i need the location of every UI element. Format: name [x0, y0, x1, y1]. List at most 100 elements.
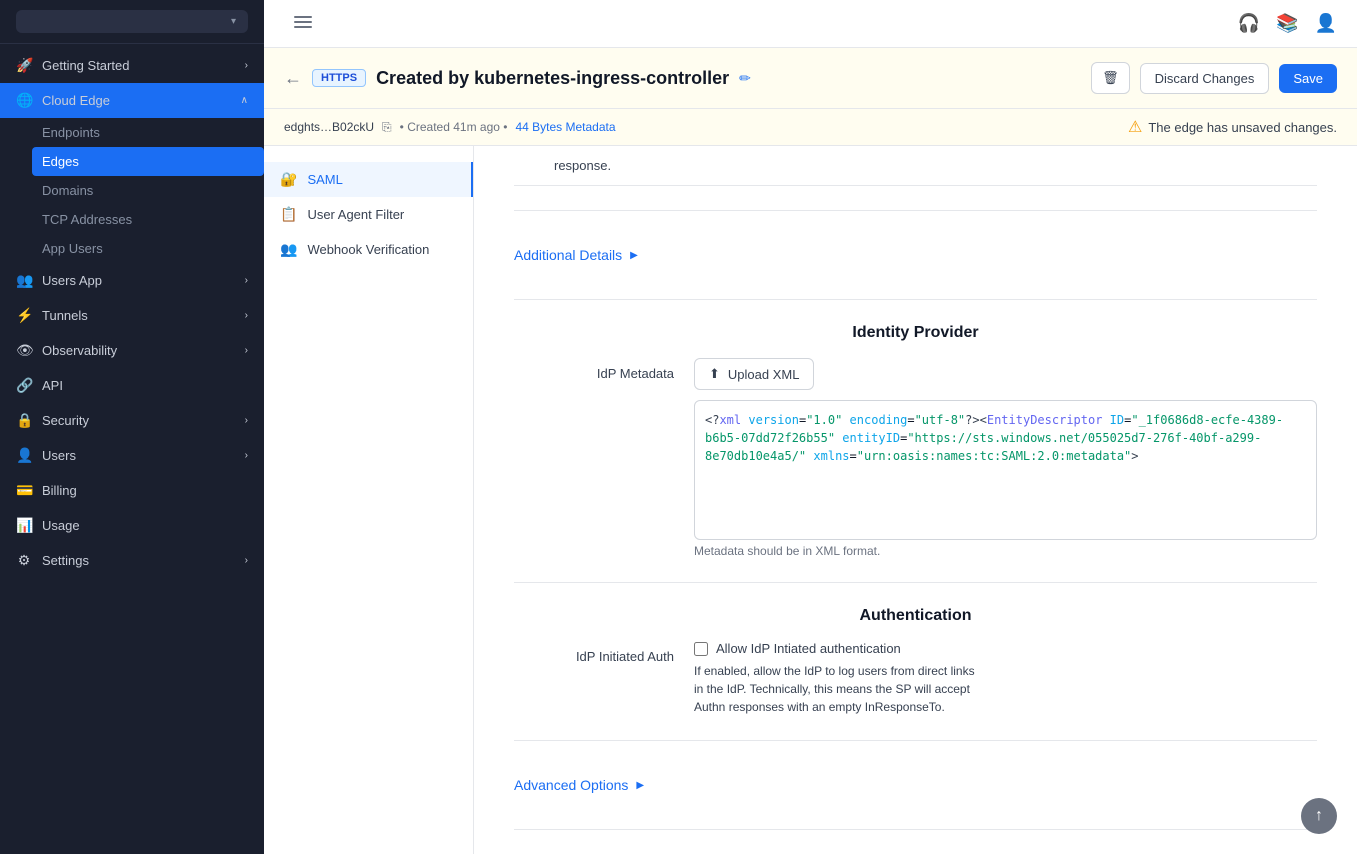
- sidebar-item-tunnels[interactable]: ⚡ Tunnels ›: [0, 298, 264, 333]
- user-agent-icon: 📋: [280, 206, 297, 223]
- sidebar-item-users[interactable]: 👤 Users ›: [0, 438, 264, 473]
- sidebar-item-label: Getting Started: [42, 58, 129, 73]
- sidebar-item-label: Settings: [42, 553, 89, 568]
- content-area: 🔐 SAML 📋 User Agent Filter 👥 Webhook Ver…: [264, 146, 1357, 854]
- saml-icon: 🔐: [280, 171, 297, 188]
- sidebar-item-app-users[interactable]: App Users: [42, 234, 264, 263]
- sidebar-item-observability[interactable]: 👁 Observability ›: [0, 333, 264, 368]
- divider: [514, 829, 1317, 830]
- chevron-icon: ›: [245, 345, 248, 356]
- upload-xml-label: Upload XML: [728, 367, 800, 382]
- allow-idp-row: Allow IdP Intiated authentication: [694, 641, 1317, 656]
- sidebar-item-security[interactable]: 🔒 Security ›: [0, 403, 264, 438]
- users-app-icon: 👥: [16, 272, 32, 289]
- idp-initiated-auth-row: IdP Initiated Auth Allow IdP Intiated au…: [514, 641, 1317, 716]
- nav-item-user-agent-filter[interactable]: 📋 User Agent Filter: [264, 197, 473, 232]
- sidebar-item-tcp-addresses[interactable]: TCP Addresses: [42, 205, 264, 234]
- sidebar-item-edges[interactable]: Edges: [32, 147, 264, 176]
- usage-icon: 📊: [16, 517, 32, 534]
- xml-editor: <?xml version="1.0" encoding="utf-8"?><E…: [694, 400, 1317, 540]
- back-button[interactable]: ←: [284, 68, 302, 89]
- sidebar-item-usage[interactable]: 📊 Usage: [0, 508, 264, 543]
- cloud-edge-icon: 🌐: [16, 92, 32, 109]
- discard-button[interactable]: Discard Changes: [1140, 63, 1270, 94]
- sidebar-item-getting-started[interactable]: 🚀 Getting Started ›: [0, 48, 264, 83]
- menu-icon[interactable]: [294, 13, 312, 31]
- upload-xml-button[interactable]: ⬆ Upload XML: [694, 358, 814, 390]
- allow-idp-checkbox[interactable]: [694, 642, 708, 656]
- cloud-edge-submenu: Endpoints Edges Domains TCP Addresses Ap…: [0, 118, 264, 263]
- webhook-icon: 👥: [280, 241, 297, 258]
- metadata-helper: Metadata should be in XML format.: [694, 544, 1317, 558]
- sidebar-item-label: Cloud Edge: [42, 93, 110, 108]
- divider: [514, 582, 1317, 583]
- unsaved-message: ⚠ The edge has unsaved changes.: [1128, 117, 1337, 137]
- scroll-top-icon: ↑: [1315, 807, 1323, 825]
- chevron-icon: ∧: [241, 95, 248, 106]
- chevron-icon: ›: [245, 555, 248, 566]
- idp-description: If enabled, allow the IdP to log users f…: [694, 662, 1317, 716]
- idp-desc-line3: Authn responses with an empty InResponse…: [694, 700, 945, 714]
- additional-details-toggle[interactable]: Additional Details ▶: [514, 235, 1317, 275]
- sidebar-item-users-app[interactable]: 👥 Users App ›: [0, 263, 264, 298]
- sidebar-item-billing[interactable]: 💳 Billing: [0, 473, 264, 508]
- divider: [514, 210, 1317, 211]
- api-icon: 🔗: [16, 377, 32, 394]
- main-area: 🎧 📚 👤 ← HTTPS Created by kubernetes-ingr…: [264, 0, 1357, 854]
- idp-metadata-content: ⬆ Upload XML <?xml version="1.0" encodin…: [694, 358, 1317, 558]
- advanced-options-chevron-icon: ▶: [636, 780, 644, 791]
- delete-button[interactable]: 🗑: [1091, 62, 1130, 94]
- docs-icon[interactable]: 📚: [1276, 13, 1298, 34]
- additional-details-label: Additional Details: [514, 247, 622, 263]
- sidebar-item-api[interactable]: 🔗 API: [0, 368, 264, 403]
- topbar-icons: 🎧 📚 👤: [1238, 13, 1337, 34]
- copy-icon[interactable]: ⎘: [382, 120, 392, 135]
- https-badge: HTTPS: [312, 69, 366, 87]
- org-switcher[interactable]: ▾: [16, 10, 248, 33]
- idp-metadata-row: IdP Metadata ⬆ Upload XML <?xml version=…: [514, 358, 1317, 558]
- left-nav: 🔐 SAML 📋 User Agent Filter 👥 Webhook Ver…: [264, 146, 474, 854]
- scroll-top-button[interactable]: ↑: [1301, 798, 1337, 834]
- chevron-icon: ›: [245, 415, 248, 426]
- save-button[interactable]: Save: [1279, 64, 1337, 93]
- page-header: ← HTTPS Created by kubernetes-ingress-co…: [264, 48, 1357, 109]
- nav-item-webhook-verification[interactable]: 👥 Webhook Verification: [264, 232, 473, 267]
- nav-item-label: Webhook Verification: [307, 242, 429, 257]
- sidebar-item-label: Users App: [42, 273, 102, 288]
- getting-started-icon: 🚀: [16, 57, 32, 74]
- sidebar-item-label: Security: [42, 413, 89, 428]
- security-icon: 🔒: [16, 412, 32, 429]
- metadata-link[interactable]: 44 Bytes Metadata: [515, 120, 615, 134]
- meta-left: edghts…B02ckU ⎘ • Created 41m ago • 44 B…: [284, 120, 616, 135]
- xml-content-display[interactable]: <?xml version="1.0" encoding="utf-8"?><E…: [694, 400, 1317, 540]
- authentication-title: Authentication: [514, 607, 1317, 625]
- advanced-options-toggle[interactable]: Advanced Options ▶: [514, 765, 1317, 805]
- sidebar-item-label: Billing: [42, 483, 77, 498]
- sidebar-item-domains[interactable]: Domains: [42, 176, 264, 205]
- tunnels-icon: ⚡: [16, 307, 32, 324]
- allow-idp-label[interactable]: Allow IdP Intiated authentication: [716, 641, 901, 656]
- nav-item-saml[interactable]: 🔐 SAML: [264, 162, 473, 197]
- edge-id: edghts…B02ckU: [284, 120, 374, 134]
- idp-desc-line1: If enabled, allow the IdP to log users f…: [694, 664, 975, 678]
- created-text: • Created 41m ago •: [400, 120, 508, 134]
- sidebar-item-label: Observability: [42, 343, 117, 358]
- sidebar-item-endpoints[interactable]: Endpoints: [42, 118, 264, 147]
- page-title: Created by kubernetes-ingress-controller: [376, 68, 729, 89]
- sidebar-logo-section: ▾: [0, 0, 264, 44]
- topbar: 🎧 📚 👤: [264, 0, 1357, 48]
- divider: [514, 740, 1317, 741]
- support-icon[interactable]: 🎧: [1238, 13, 1260, 34]
- idp-desc-line2: in the IdP. Technically, this means the …: [694, 682, 970, 696]
- metadata-bar: edghts…B02ckU ⎘ • Created 41m ago • 44 B…: [264, 109, 1357, 146]
- divider: [514, 299, 1317, 300]
- chevron-icon: ›: [245, 310, 248, 321]
- sidebar-item-label: Users: [42, 448, 76, 463]
- sidebar-item-cloud-edge[interactable]: 🌐 Cloud Edge ∧: [0, 83, 264, 118]
- sidebar-item-settings[interactable]: ⚙ Settings ›: [0, 543, 264, 578]
- edit-icon[interactable]: ✏: [739, 70, 751, 87]
- partial-content: response.: [514, 146, 1317, 186]
- account-icon[interactable]: 👤: [1315, 13, 1337, 34]
- idp-metadata-label: IdP Metadata: [514, 358, 674, 381]
- sidebar-item-label: Usage: [42, 518, 80, 533]
